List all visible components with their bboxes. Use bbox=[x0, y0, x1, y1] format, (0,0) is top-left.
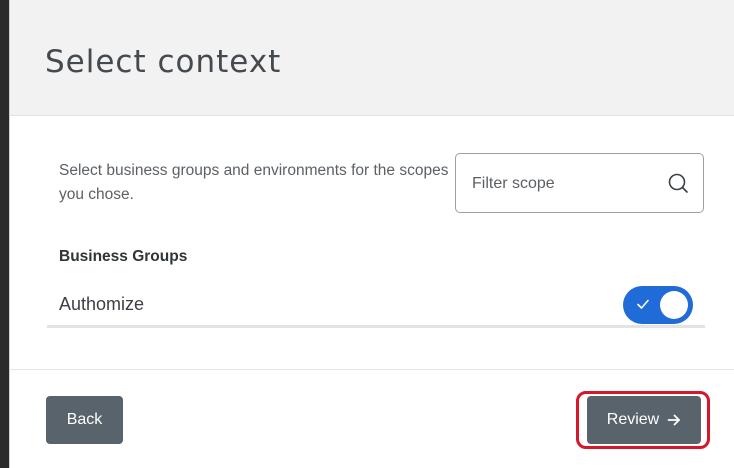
business-group-label: Authomize bbox=[59, 294, 145, 314]
arrow-right-icon bbox=[667, 414, 681, 426]
dialog-title: Select context bbox=[45, 44, 282, 80]
dialog-body: Select business groups and environments … bbox=[10, 116, 734, 370]
check-icon bbox=[637, 299, 649, 309]
review-button-label: Review bbox=[606, 411, 660, 428]
business-group-row: Authomize bbox=[47, 282, 705, 328]
toggle-knob bbox=[660, 291, 688, 319]
select-context-dialog: Select context Select business groups an… bbox=[9, 0, 734, 468]
back-button[interactable]: Back bbox=[46, 396, 123, 444]
dialog-header: Select context bbox=[10, 0, 734, 116]
scope-description: Select business groups and environments … bbox=[59, 162, 449, 203]
business-group-toggle[interactable] bbox=[623, 286, 693, 324]
dialog-footer: Back Review bbox=[10, 370, 734, 468]
search-icon[interactable] bbox=[667, 172, 689, 194]
filter-scope-field[interactable] bbox=[455, 153, 704, 214]
review-button[interactable]: Review bbox=[587, 396, 701, 444]
business-groups-heading: Business Groups bbox=[59, 248, 188, 265]
filter-scope-input[interactable] bbox=[470, 154, 654, 214]
